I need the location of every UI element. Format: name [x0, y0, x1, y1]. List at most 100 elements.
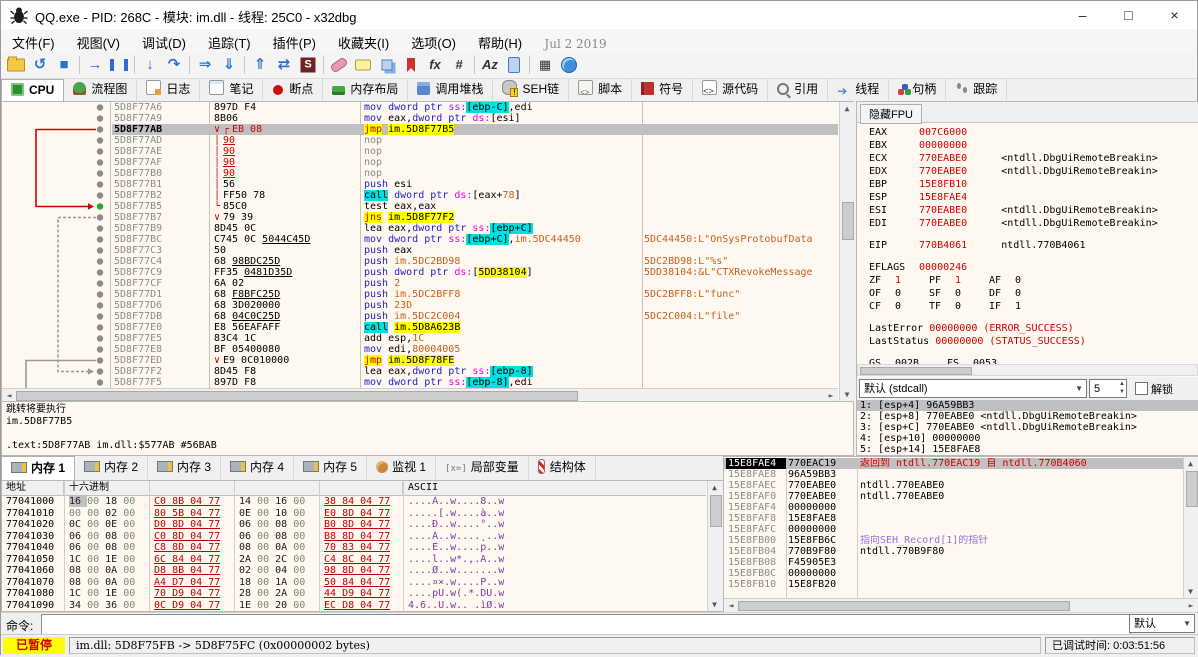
- disasm-row[interactable]: 5D8F77D1 68 F8BFC25D push im.5DC2BFF8 5DC2B…: [2, 289, 838, 300]
- disasm-row[interactable]: 5D8F77BC C745 0C 5044C45D mov dword ptr ss…: [2, 234, 838, 245]
- hash-icon[interactable]: #: [447, 54, 471, 76]
- register-row[interactable]: EBX 00000000: [869, 139, 1198, 152]
- help-globe-icon[interactable]: [557, 54, 581, 76]
- disasm-row[interactable]: 5D8F77A9 8B06 mov eax,dword ptr ds:[esi]: [2, 113, 838, 124]
- tab-内存 2[interactable]: 内存 2: [75, 456, 149, 479]
- spinner-arrows-icon[interactable]: ▲ ▼: [1119, 380, 1125, 396]
- dump-row[interactable]: 77041090 34 00 36 00 0C D9 04 77 1E 00 20 0…: [2, 600, 706, 612]
- stack-row[interactable]: 15E8FB08 F45905E3: [724, 557, 1184, 568]
- tab-源代码[interactable]: 源代码: [693, 79, 769, 102]
- tab-CPU[interactable]: CPU: [1, 79, 65, 102]
- command-profile-select[interactable]: 默认 ▼: [1129, 614, 1195, 633]
- disasm-row[interactable]: 5D8F77B0 │ 90 nop: [2, 168, 838, 179]
- stack-row[interactable]: 15E8FB00 15E8FB6C 指向SEH_Record[1]的指针: [724, 535, 1184, 546]
- tab-线程[interactable]: 线程: [828, 79, 890, 102]
- register-row[interactable]: ESP 15E8FAE4: [869, 191, 1198, 204]
- register-row[interactable]: EBP 15E8FB10: [869, 178, 1198, 191]
- argument-row[interactable]: 1: [esp+4] 96A59BB3: [857, 400, 1198, 411]
- stack-vertical-scrollbar[interactable]: ▲ ▼: [1183, 457, 1198, 598]
- execute-till-return-icon[interactable]: ⇑: [248, 54, 272, 76]
- tab-句柄[interactable]: 句柄: [889, 79, 947, 100]
- close-debuggee-icon[interactable]: ■: [52, 54, 76, 76]
- register-row[interactable]: ESI 770EABE0 <ntdll.DbgUiRemoteBreakin>: [869, 204, 1198, 217]
- patches-icon[interactable]: [327, 54, 351, 76]
- tab-内存布局[interactable]: 内存布局: [323, 79, 409, 100]
- scylla-icon[interactable]: S: [296, 54, 320, 76]
- minimize-button[interactable]: –: [1060, 1, 1105, 29]
- stack-row[interactable]: 15E8FAF4 00000000: [724, 502, 1184, 513]
- tab-符号[interactable]: 符号: [632, 79, 694, 100]
- disasm-row[interactable]: 5D8F77B5 └ 85C0 test eax,eax: [2, 201, 838, 212]
- stack-row[interactable]: 15E8FB04 770B9F80 ntdll.770B9F80: [724, 546, 1184, 557]
- dump-row[interactable]: 77041080 1C 00 1E 00 70 D9 04 77 28 00 2A 0…: [2, 588, 706, 600]
- disasm-row[interactable]: 5D8F77E0 E8 56EAFAFF call im.5D8A623B: [2, 322, 838, 333]
- dump-row[interactable]: 77041070 08 00 0A 00 A4 D7 04 77 18 00 1A 0…: [2, 577, 706, 589]
- disasm-row[interactable]: 5D8F77F2 8D45 F8 lea eax,dword ptr ss:[ebp…: [2, 366, 838, 377]
- stack-row[interactable]: 15E8FAF8 15E8FAE8: [724, 513, 1184, 524]
- stack-row[interactable]: 15E8FAEC 770EABE0 ntdll.770EABE0: [724, 480, 1184, 491]
- tab-断点[interactable]: 断点: [263, 79, 324, 100]
- registers-horizontal-scrollbar[interactable]: [857, 364, 1198, 376]
- disasm-row[interactable]: 5D8F77DB 68 04C0C25D push im.5DC2C004 5DC2C…: [2, 311, 838, 322]
- register-row[interactable]: ZF 1 PF 1 AF 0: [869, 274, 1198, 287]
- tab-跟踪[interactable]: 跟踪: [946, 79, 1008, 100]
- argument-row[interactable]: 5: [esp+14] 15E8FAE8: [857, 444, 1198, 455]
- disasm-row[interactable]: 5D8F77AF │ 90 nop: [2, 157, 838, 168]
- disasm-row[interactable]: 5D8F77B9 8D45 0C lea eax,dword ptr ss:[ebp…: [2, 223, 838, 234]
- calling-convention-select[interactable]: 默认 (stdcall) ▼: [859, 379, 1087, 398]
- register-row[interactable]: EAX 007C6000: [869, 126, 1198, 139]
- tab-结构体[interactable]: 结构体: [529, 456, 596, 479]
- run-to-user-code-icon[interactable]: ⇒: [193, 54, 217, 76]
- register-row[interactable]: EIP 770B4061 ntdll.770B4061: [869, 239, 1198, 252]
- calculator-icon[interactable]: ▦: [533, 54, 557, 76]
- open-folder-icon[interactable]: [4, 54, 28, 76]
- call-arguments-list[interactable]: 1: [esp+4] 96A59BB3 2: [esp+8] 770EABE0 <…: [857, 400, 1198, 455]
- tab-日志[interactable]: 日志: [137, 79, 201, 100]
- tab-内存 5[interactable]: 内存 5: [294, 456, 368, 479]
- disasm-row[interactable]: 5D8F77AE │ 90 nop: [2, 146, 838, 157]
- disasm-horizontal-scrollbar[interactable]: ◄ ►: [2, 388, 838, 402]
- restart-icon[interactable]: ↺: [28, 54, 52, 76]
- tab-监视 1[interactable]: 监视 1: [367, 456, 437, 479]
- disasm-row[interactable]: 5D8F77C3 50 push eax: [2, 245, 838, 256]
- arg-count-stepper[interactable]: 5 ▲ ▼: [1089, 379, 1127, 398]
- functions-icon[interactable]: fx: [423, 54, 447, 76]
- tab-内存 1[interactable]: 内存 1: [1, 456, 76, 481]
- disasm-row[interactable]: 5D8F77AD │ 90 nop: [2, 135, 838, 146]
- bookmarks-icon[interactable]: [399, 54, 423, 76]
- disasm-row[interactable]: 5D8F77C9 FF35 0481D35D push dword ptr ds:[…: [2, 267, 838, 278]
- stack-row[interactable]: 15E8FAF0 770EABE0 ntdll.770EABE0: [724, 491, 1184, 502]
- tab-脚本[interactable]: 脚本: [569, 79, 633, 103]
- disassembly-rows[interactable]: 5D8F77A6 897D F4 mov dword ptr ss:[ebp-C],…: [2, 102, 838, 388]
- register-row[interactable]: LastError 00000000 (ERROR_SUCCESS): [869, 322, 1198, 335]
- memory-dump-panel[interactable]: 地址 十六进制 ASCII 77041000 16 00 18 00 C0 8B 0…: [1, 480, 723, 612]
- stack-row[interactable]: 15E8FB0C 00000000: [724, 568, 1184, 579]
- register-row[interactable]: EDI 770EABE0 <ntdll.DbgUiRemoteBreakin>: [869, 217, 1198, 230]
- tab-内存 3[interactable]: 内存 3: [148, 456, 222, 479]
- switch-thread-icon[interactable]: ⇄: [272, 54, 296, 76]
- modules-icon[interactable]: [502, 54, 526, 76]
- stack-panel[interactable]: 15E8FAE4 770EAC19 返回到 ntdll.770EAC19 自 ntd…: [723, 456, 1198, 612]
- checkbox-icon[interactable]: [1135, 382, 1148, 395]
- stack-horizontal-scrollbar[interactable]: ◄ ►: [724, 598, 1198, 612]
- run-icon[interactable]: →: [83, 54, 107, 76]
- disasm-row[interactable]: 5D8F77B1 │ 56 push esi: [2, 179, 838, 190]
- disasm-row[interactable]: 5D8F77CF 6A 02 push 2: [2, 278, 838, 289]
- dump-row[interactable]: 77041020 0C 00 0E 00 D0 8D 04 77 06 00 08 0…: [2, 519, 706, 531]
- stack-row[interactable]: 15E8FAFC 00000000: [724, 524, 1184, 535]
- argument-row[interactable]: 2: [esp+8] 770EABE0 <ntdll.DbgUiRemoteBr…: [857, 411, 1198, 422]
- dump-row[interactable]: 77041000 16 00 18 00 C0 8B 04 77 14 00 16 0…: [2, 496, 706, 508]
- disasm-row[interactable]: 5D8F77E8 BF 05400080 mov edi,80004005: [2, 344, 838, 355]
- tab-流程图[interactable]: 流程图: [64, 79, 138, 100]
- register-row[interactable]: EFLAGS 00000246: [869, 261, 1198, 274]
- unlock-checkbox[interactable]: 解锁: [1135, 381, 1173, 397]
- disasm-row[interactable]: 5D8F77C4 68 98BDC25D push im.5DC2BD98 5DC2B…: [2, 256, 838, 267]
- dump-row[interactable]: 77041040 06 00 08 00 C8 8D 04 77 08 00 0A 0…: [2, 542, 706, 554]
- disasm-row[interactable]: 5D8F77B7 ∨ 79 39 jns im.5D8F77F2: [2, 212, 838, 223]
- hide-fpu-button[interactable]: 隐藏FPU: [860, 104, 922, 124]
- register-row[interactable]: LastStatus 00000000 (STATUS_SUCCESS): [869, 335, 1198, 348]
- disasm-row[interactable]: 5D8F77E5 83C4 1C add esp,1C: [2, 333, 838, 344]
- disasm-row[interactable]: 5D8F77ED ∨ E9 0C010000 jmp im.5D8F78FE: [2, 355, 838, 366]
- tab-局部变量[interactable]: [x=] 局部变量: [436, 456, 529, 479]
- comments-icon[interactable]: [351, 54, 375, 76]
